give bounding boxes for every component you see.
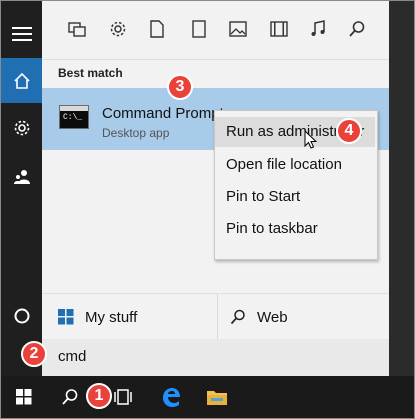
- windows-start-icon: [16, 389, 32, 405]
- people-icon: [13, 169, 30, 184]
- music-filter-icon: [311, 20, 325, 36]
- hamburger-button[interactable]: [1, 11, 42, 56]
- scope-divider: [217, 294, 218, 340]
- settings-filter-icon: [110, 21, 126, 37]
- windows-logo-icon: [58, 309, 74, 325]
- apps-filter[interactable]: [66, 18, 88, 40]
- videos-filter-icon: [270, 21, 288, 37]
- folders-filter-icon: [192, 20, 206, 38]
- folder-icon: [207, 391, 227, 405]
- task-view-icon: [114, 389, 132, 405]
- documents-filter-icon: [150, 20, 164, 38]
- file-explorer-button[interactable]: [197, 376, 237, 418]
- taskbar: [1, 376, 414, 418]
- settings-button[interactable]: [1, 105, 42, 150]
- menu-item-open-file-location[interactable]: Open file location: [215, 150, 375, 180]
- callout-3: 3: [167, 74, 193, 100]
- web-filter[interactable]: [346, 18, 368, 40]
- photos-filter[interactable]: [227, 18, 249, 40]
- cortana-button[interactable]: [1, 293, 42, 338]
- taskbar-search-icon: [62, 389, 78, 405]
- music-filter[interactable]: [307, 18, 329, 40]
- people-button[interactable]: [1, 154, 42, 199]
- taskbar-search-button[interactable]: [50, 376, 90, 418]
- callout-2: 2: [21, 341, 47, 367]
- apps-filter-icon: [68, 22, 86, 37]
- photos-filter-icon: [229, 21, 247, 37]
- videos-filter[interactable]: [268, 18, 290, 40]
- menu-item-pin-to-start[interactable]: Pin to Start: [215, 182, 375, 212]
- search-box[interactable]: cmd: [42, 339, 389, 376]
- callout-1: 1: [86, 383, 112, 409]
- result-title: Command Prompt: [102, 105, 224, 122]
- settings-filter[interactable]: [107, 18, 129, 40]
- web-label: Web: [257, 308, 288, 326]
- my-stuff-label: My stuff: [85, 308, 138, 326]
- gear-icon: [14, 120, 29, 135]
- best-match-heading: Best match: [58, 66, 123, 80]
- start-button[interactable]: [4, 376, 44, 418]
- callout-4: 4: [336, 118, 362, 144]
- web-button[interactable]: Web: [230, 294, 288, 340]
- filter-bar: [42, 1, 389, 60]
- web-filter-icon: [349, 21, 365, 37]
- cortana-icon: [14, 308, 29, 323]
- folders-filter[interactable]: [188, 18, 210, 40]
- mouse-pointer-icon: [304, 130, 318, 149]
- command-prompt-icon-text: C:\_: [63, 113, 83, 122]
- left-rail: [1, 1, 42, 376]
- edge-button[interactable]: [151, 376, 191, 418]
- home-button[interactable]: [1, 58, 42, 103]
- search-scope-row: My stuff Web: [42, 293, 389, 340]
- documents-filter[interactable]: [146, 18, 168, 40]
- hamburger-icon: [11, 26, 32, 41]
- search-query: cmd: [58, 348, 87, 365]
- edge-icon: [163, 388, 180, 407]
- result-subtitle: Desktop app: [102, 126, 170, 140]
- search-icon: [230, 309, 245, 325]
- home-icon: [13, 72, 30, 89]
- command-prompt-icon: C:\_: [59, 105, 89, 129]
- my-stuff-button[interactable]: My stuff: [58, 294, 137, 340]
- menu-item-pin-to-taskbar[interactable]: Pin to taskbar: [215, 214, 375, 244]
